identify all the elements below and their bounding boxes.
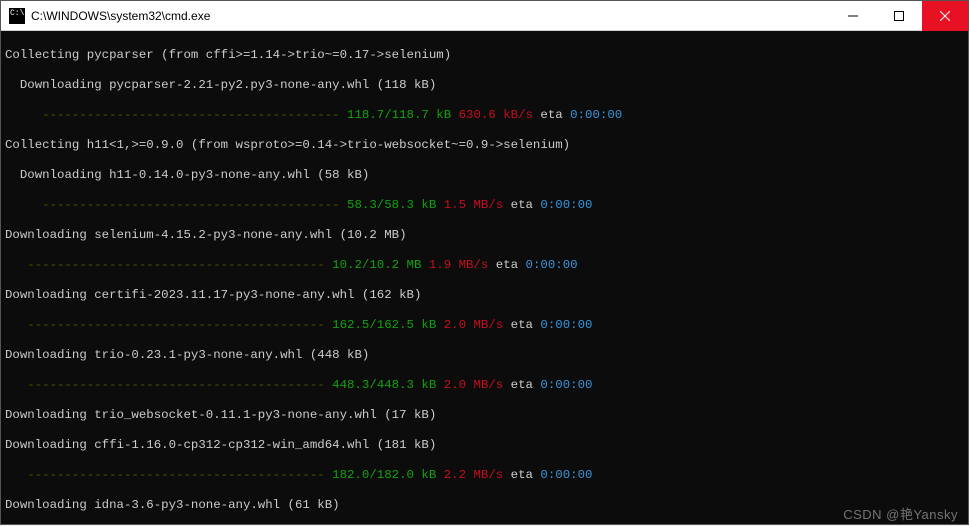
output-line: Downloading h11-0.14.0-py3-none-any.whl … (5, 168, 964, 183)
output-line: Collecting pycparser (from cffi>=1.14->t… (5, 48, 964, 63)
window-controls (830, 1, 968, 31)
titlebar[interactable]: C:\WINDOWS\system32\cmd.exe (1, 1, 968, 31)
cmd-window: C:\WINDOWS\system32\cmd.exe Collecting p… (0, 0, 969, 525)
output-line: Downloading pycparser-2.21-py2.py3-none-… (5, 78, 964, 93)
close-button[interactable] (922, 1, 968, 31)
window-title: C:\WINDOWS\system32\cmd.exe (31, 9, 830, 23)
progress-line: ----------------------------------------… (5, 108, 964, 123)
output-line: Downloading trio-0.23.1-py3-none-any.whl… (5, 348, 964, 363)
output-line: Downloading trio_websocket-0.11.1-py3-no… (5, 408, 964, 423)
output-line: Downloading certifi-2023.11.17-py3-none-… (5, 288, 964, 303)
progress-line: ----------------------------------------… (5, 378, 964, 393)
progress-line: ----------------------------------------… (5, 258, 964, 273)
progress-line: ----------------------------------------… (5, 468, 964, 483)
progress-line: ----------------------------------------… (5, 198, 964, 213)
watermark: CSDN @艳Yansky (843, 507, 958, 522)
minimize-button[interactable] (830, 1, 876, 31)
output-line: Downloading cffi-1.16.0-cp312-cp312-win_… (5, 438, 964, 453)
output-line: Downloading selenium-4.15.2-py3-none-any… (5, 228, 964, 243)
output-line: Collecting h11<1,>=0.9.0 (from wsproto>=… (5, 138, 964, 153)
app-icon (9, 8, 25, 24)
output-line: Downloading idna-3.6-py3-none-any.whl (6… (5, 498, 964, 513)
progress-line: ----------------------------------------… (5, 318, 964, 333)
terminal-viewport[interactable]: Collecting pycparser (from cffi>=1.14->t… (1, 31, 968, 526)
maximize-button[interactable] (876, 1, 922, 31)
